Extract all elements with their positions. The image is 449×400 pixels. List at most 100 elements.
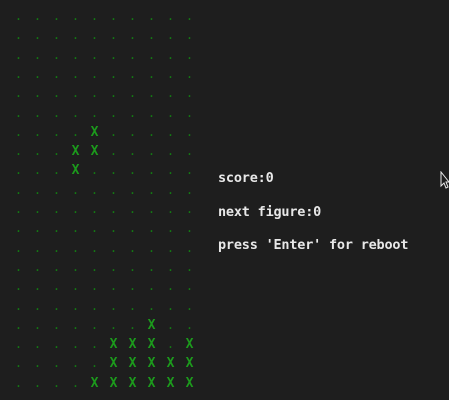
board-cell-empty: . bbox=[147, 221, 156, 236]
board-cell-empty: . bbox=[14, 9, 23, 23]
board-cell-filled: X bbox=[90, 375, 99, 391]
board-cell-empty: . bbox=[147, 202, 156, 216]
board-cell-empty: . bbox=[14, 163, 23, 178]
board-cell-empty: . bbox=[71, 356, 80, 371]
board-cell-filled: X bbox=[128, 356, 137, 372]
board-cell-empty: . bbox=[128, 240, 137, 255]
board-cell-empty: . bbox=[90, 182, 99, 197]
board-cell-filled: X bbox=[90, 124, 99, 140]
board-cell-empty: . bbox=[90, 279, 99, 294]
board-cell-empty: . bbox=[128, 202, 137, 216]
board-cell-empty: . bbox=[33, 298, 42, 313]
board-cell-empty: . bbox=[90, 163, 99, 178]
board-cell-empty: . bbox=[147, 47, 156, 62]
board-cell-empty: . bbox=[166, 279, 175, 294]
board-cell-empty: . bbox=[109, 221, 118, 236]
board-cell-empty: . bbox=[109, 182, 118, 197]
board-cell-empty: . bbox=[71, 240, 80, 255]
board-cell-filled: X bbox=[185, 356, 194, 372]
board-cell-empty: . bbox=[33, 105, 42, 120]
board-cell-empty: . bbox=[128, 28, 137, 43]
board-cell-empty: . bbox=[185, 47, 194, 62]
board-cell-empty: . bbox=[14, 298, 23, 313]
board-cell-empty: . bbox=[166, 86, 175, 101]
board-cell-empty: . bbox=[71, 182, 80, 197]
board-cell-empty: . bbox=[33, 86, 42, 101]
board-cell-empty: . bbox=[166, 240, 175, 255]
board-cell-empty: . bbox=[52, 105, 61, 120]
board-cell-empty: . bbox=[147, 240, 156, 255]
board-cell-empty: . bbox=[33, 47, 42, 62]
game-window[interactable]: ........................................… bbox=[0, 0, 449, 400]
board-cell-empty: . bbox=[185, 124, 194, 139]
board-cell-empty: . bbox=[90, 337, 99, 352]
board-cell-empty: . bbox=[52, 47, 61, 62]
board-cell-empty: . bbox=[33, 317, 42, 332]
board-cell-filled: X bbox=[147, 356, 156, 372]
board-cell-empty: . bbox=[14, 279, 23, 294]
board-cell-empty: . bbox=[185, 202, 194, 216]
board-cell-empty: . bbox=[109, 124, 118, 139]
board-cell-empty: . bbox=[109, 163, 118, 178]
board-cell-empty: . bbox=[33, 182, 42, 197]
board-cell-empty: . bbox=[71, 337, 80, 352]
board-cell-empty: . bbox=[14, 240, 23, 255]
board-cell-empty: . bbox=[185, 163, 194, 178]
board-cell-empty: . bbox=[128, 66, 137, 81]
board-cell-empty: . bbox=[33, 66, 42, 81]
board-cell-filled: X bbox=[71, 144, 80, 160]
board-cell-empty: . bbox=[185, 182, 194, 197]
board-cell-empty: . bbox=[33, 124, 42, 139]
board-cell-empty: . bbox=[71, 9, 80, 23]
board-cell-empty: . bbox=[33, 9, 42, 23]
board-cell-filled: X bbox=[166, 356, 175, 372]
board-cell-empty: . bbox=[90, 240, 99, 255]
board-cell-empty: . bbox=[128, 144, 137, 159]
board-cell-empty: . bbox=[33, 221, 42, 236]
board-cell-filled: X bbox=[90, 144, 99, 160]
board-cell-empty: . bbox=[71, 259, 80, 274]
board-cell-empty: . bbox=[33, 279, 42, 294]
board-cell-empty: . bbox=[90, 28, 99, 43]
board-cell-empty: . bbox=[71, 221, 80, 236]
board-cell-empty: . bbox=[33, 202, 42, 216]
board-cell-empty: . bbox=[185, 144, 194, 159]
next-figure-label: next figure:0 bbox=[218, 204, 322, 220]
board-cell-empty: . bbox=[14, 86, 23, 101]
board-cell-empty: . bbox=[166, 202, 175, 216]
board-cell-filled: X bbox=[109, 356, 118, 372]
board-cell-empty: . bbox=[109, 28, 118, 43]
board-cell-empty: . bbox=[166, 9, 175, 23]
board-cell-empty: . bbox=[52, 182, 61, 197]
board-cell-empty: . bbox=[71, 375, 80, 390]
board-cell-empty: . bbox=[52, 9, 61, 23]
board-cell-empty: . bbox=[166, 259, 175, 274]
board-cell-empty: . bbox=[33, 337, 42, 352]
board-cell-empty: . bbox=[128, 124, 137, 139]
board-cell-empty: . bbox=[109, 317, 118, 332]
board-cell-empty: . bbox=[109, 240, 118, 255]
board-cell-empty: . bbox=[90, 317, 99, 332]
board-cell-empty: . bbox=[14, 66, 23, 81]
board-cell-empty: . bbox=[166, 66, 175, 81]
board-cell-empty: . bbox=[90, 259, 99, 274]
board-cell-empty: . bbox=[109, 279, 118, 294]
board-cell-empty: . bbox=[90, 86, 99, 101]
board-cell-empty: . bbox=[52, 259, 61, 274]
board-cell-empty: . bbox=[33, 163, 42, 178]
board-cell-empty: . bbox=[52, 279, 61, 294]
board-cell-empty: . bbox=[71, 86, 80, 101]
board-cell-empty: . bbox=[52, 28, 61, 43]
board-cell-empty: . bbox=[147, 163, 156, 178]
board-cell-empty: . bbox=[71, 202, 80, 216]
board-cell-empty: . bbox=[71, 66, 80, 81]
board-cell-empty: . bbox=[128, 163, 137, 178]
board-cell-empty: . bbox=[166, 47, 175, 62]
board-cell-empty: . bbox=[90, 202, 99, 216]
board-cell-empty: . bbox=[14, 144, 23, 159]
board-cell-empty: . bbox=[71, 124, 80, 139]
board-cell-empty: . bbox=[166, 105, 175, 120]
board-cell-empty: . bbox=[33, 144, 42, 159]
board-cell-empty: . bbox=[71, 47, 80, 62]
board-cell-empty: . bbox=[147, 298, 156, 313]
